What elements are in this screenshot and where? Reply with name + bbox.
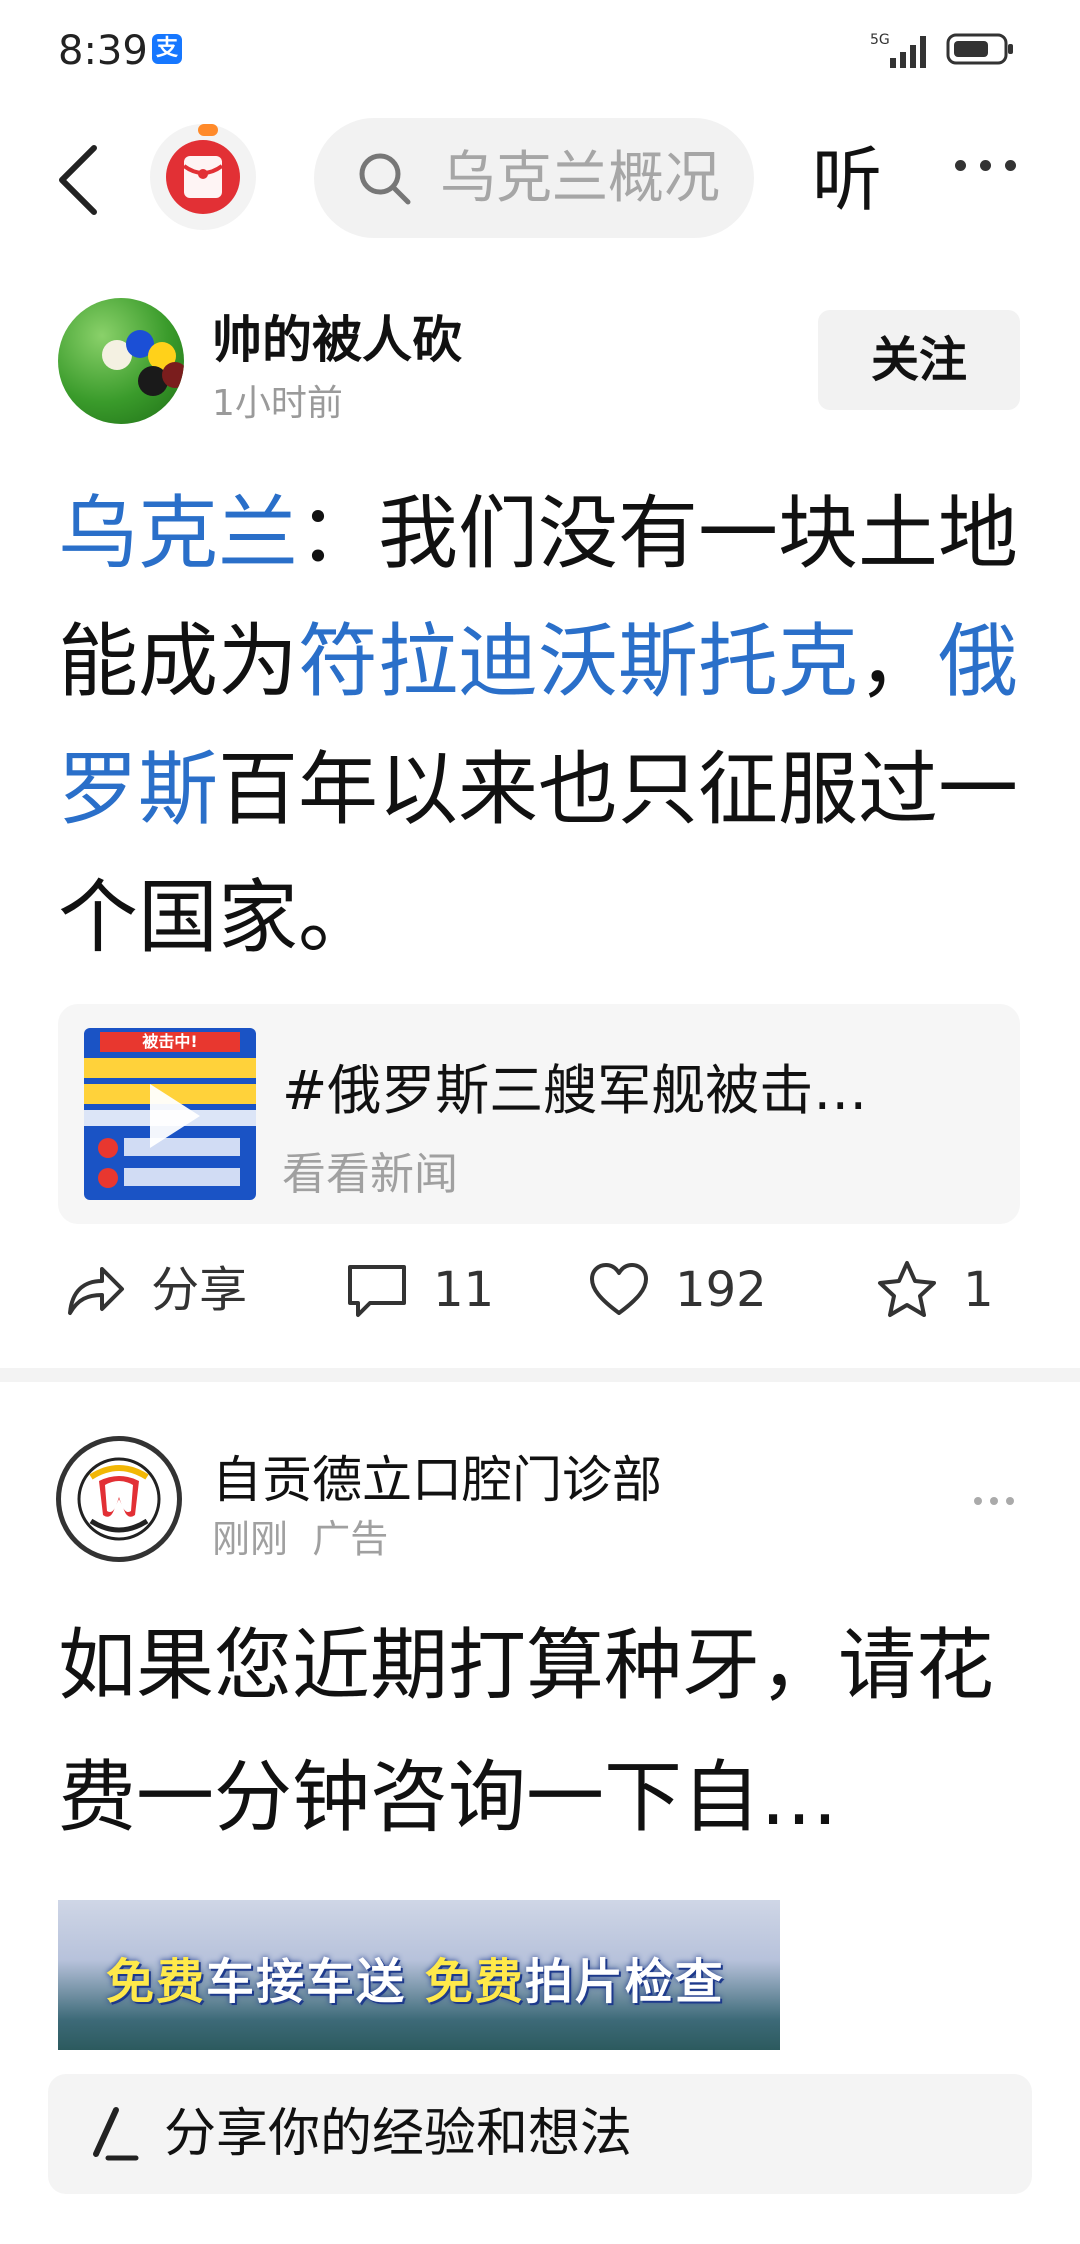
search-icon xyxy=(359,153,411,205)
post-text[interactable]: 乌克兰：我们没有一块土地能成为符拉迪沃斯托克，俄罗斯百年以来也只征服过一个国家。 xyxy=(58,470,1028,982)
favorite-count: 1 xyxy=(963,1262,994,1318)
alipay-status-icon: 支 xyxy=(152,34,182,64)
star-icon xyxy=(878,1261,936,1317)
advertiser-avatar[interactable] xyxy=(56,1436,182,1562)
topic-link-vladivostok[interactable]: 符拉迪沃斯托克 xyxy=(298,615,858,708)
share-button[interactable]: 分享 xyxy=(62,1250,247,1330)
notification-dot xyxy=(198,124,218,136)
ad-image[interactable]: 免费车接车送 免费拍片检查 xyxy=(58,1900,780,2050)
comment-icon xyxy=(348,1265,406,1317)
search-input[interactable]: 乌克兰概况 xyxy=(440,144,730,214)
ad-time: 刚刚 xyxy=(212,1517,289,1561)
listen-button[interactable]: 听 xyxy=(812,140,882,220)
ad-text[interactable]: 如果您近期打算种牙，请花费一分钟咨询一下自… xyxy=(58,1600,1018,1864)
compose-input[interactable]: 分享你的经验和想法 xyxy=(164,2096,632,2172)
ad-more-button[interactable] xyxy=(970,1490,1030,1510)
more-options-button[interactable] xyxy=(948,156,1028,196)
topic-link-ukraine[interactable]: 乌克兰 xyxy=(58,487,298,580)
feed-divider xyxy=(0,1368,1080,1382)
share-label: 分享 xyxy=(151,1262,248,1318)
back-button[interactable] xyxy=(50,140,110,220)
like-button[interactable]: 192 xyxy=(586,1250,767,1330)
play-icon xyxy=(150,1084,200,1148)
thumbnail-caption: 被击中! xyxy=(100,1032,240,1052)
advertiser-name[interactable]: 自贡德立口腔门诊部 xyxy=(212,1440,662,1512)
heart-icon xyxy=(590,1263,648,1315)
like-count: 192 xyxy=(675,1262,767,1318)
signal-icon: 5G xyxy=(870,32,926,68)
post-time: 1小时前 xyxy=(212,383,343,424)
video-thumbnail[interactable]: 被击中! xyxy=(84,1028,256,1200)
news-card-title: #俄罗斯三艘军舰被击… xyxy=(282,1059,868,1122)
post-text-part: ， xyxy=(858,615,938,708)
author-avatar[interactable] xyxy=(58,298,184,424)
share-icon xyxy=(68,1267,124,1315)
ad-label: 广告 xyxy=(312,1517,389,1561)
ad-meta: 刚刚 广告 xyxy=(212,1508,388,1563)
red-envelope-icon xyxy=(166,140,240,214)
comment-count: 11 xyxy=(433,1262,495,1318)
pen-icon xyxy=(93,2107,139,2161)
ad-banner-text: 免费车接车送 免费拍片检查 xyxy=(106,1954,725,2010)
comment-button[interactable]: 11 xyxy=(344,1250,494,1330)
battery-icon xyxy=(946,33,1013,65)
status-time: 8:39 xyxy=(58,28,148,74)
favorite-button[interactable]: 1 xyxy=(874,1250,994,1330)
news-card-source: 看看新闻 xyxy=(282,1149,458,1200)
follow-button[interactable]: 关注 xyxy=(818,310,1020,410)
author-name[interactable]: 帅的被人砍 xyxy=(212,300,462,372)
network-label: 5G xyxy=(870,32,890,48)
